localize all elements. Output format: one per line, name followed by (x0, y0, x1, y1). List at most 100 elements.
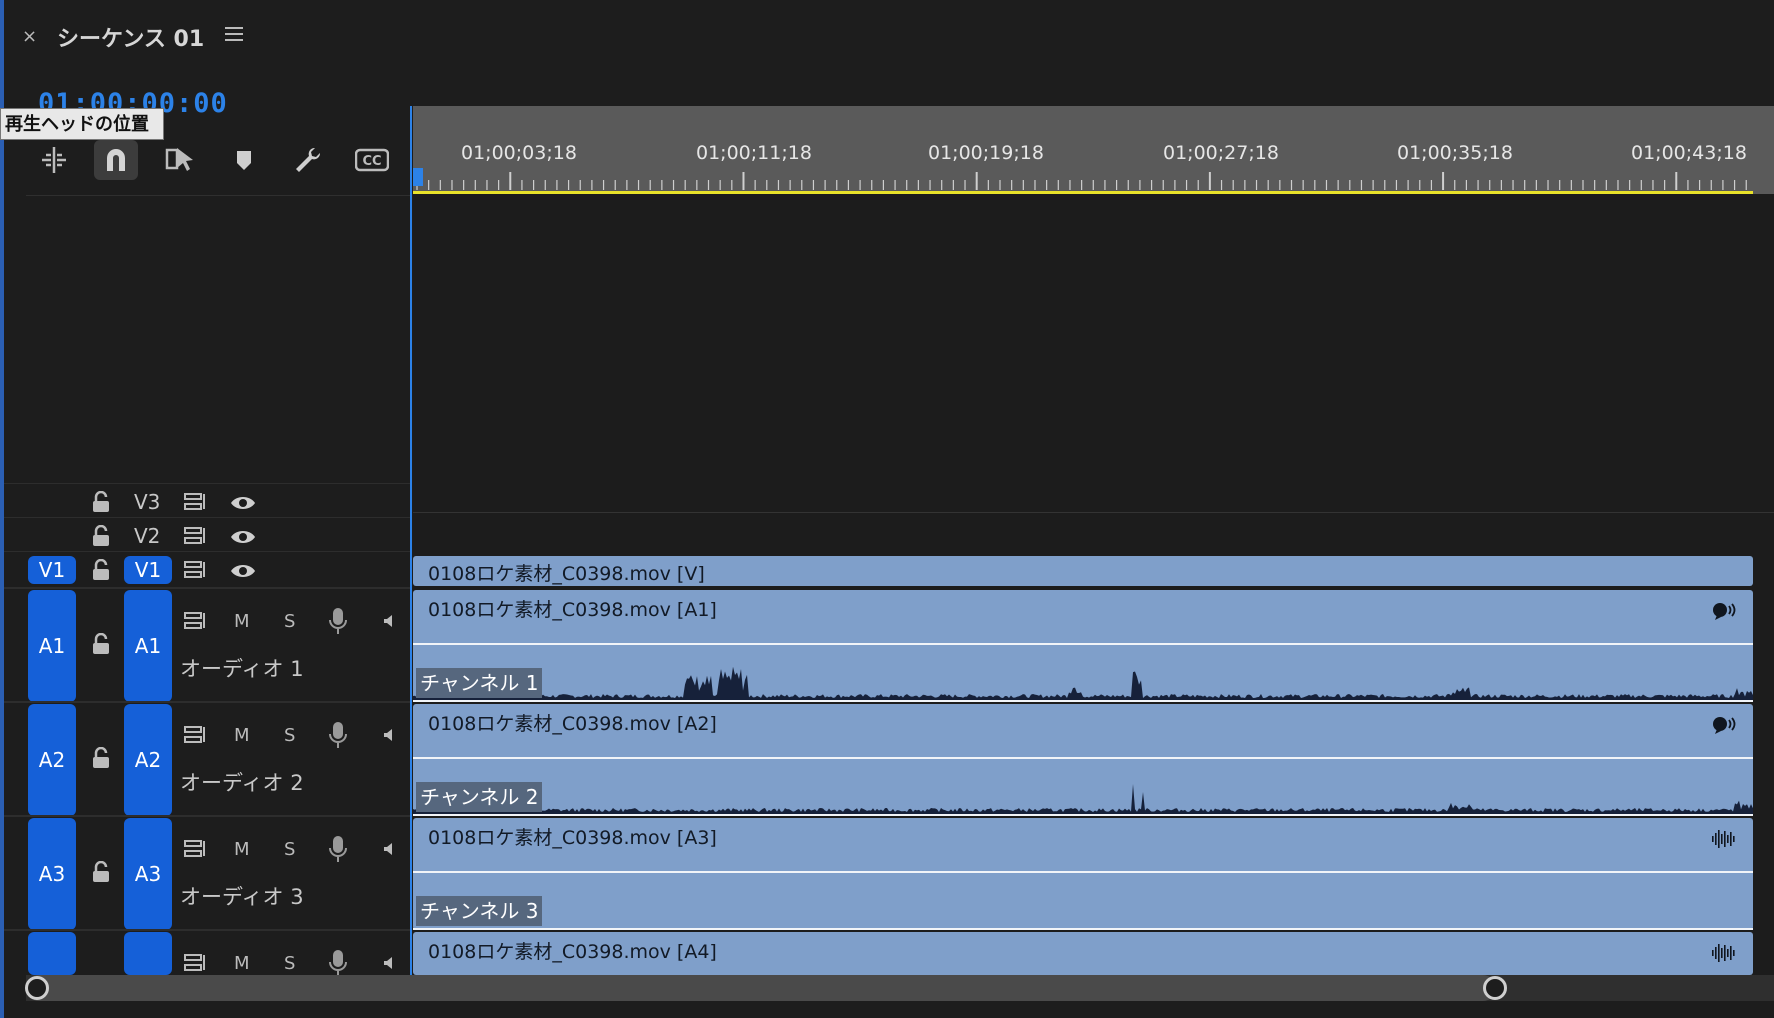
source-patch-button[interactable]: A2 (28, 704, 76, 816)
track-divider (4, 701, 410, 703)
audio-track-name[interactable]: オーディオ 3 (180, 881, 304, 911)
snap-magnet-icon[interactable] (94, 140, 138, 180)
audio-track-name[interactable]: オーディオ 1 (180, 653, 304, 683)
lock-icon[interactable] (90, 632, 112, 656)
clip-channel-divider (413, 871, 1753, 873)
voiceover-mic-icon[interactable] (327, 835, 349, 863)
clip-bottom-edge (413, 928, 1753, 930)
clip-name: 0108ロケ素材_C0398.mov [A1] (428, 599, 717, 621)
audio-waveform (413, 764, 1753, 814)
ruler-timecode-label: 01;00;35;18 (1397, 142, 1513, 164)
toggle-output-eye-icon[interactable] (229, 526, 257, 548)
wrench-icon[interactable] (286, 140, 330, 180)
clip-channel-divider (413, 757, 1753, 759)
track-divider (4, 815, 410, 817)
sync-lock-icon[interactable] (183, 952, 209, 974)
captions-cc-icon[interactable]: CC (350, 140, 394, 180)
mute-button[interactable]: M (234, 611, 250, 632)
voiceover-mic-icon[interactable] (327, 607, 349, 635)
track-target-button[interactable]: A2 (124, 704, 172, 816)
source-patch-button[interactable] (28, 932, 76, 975)
mute-button[interactable]: M (234, 953, 250, 974)
sync-lock-icon[interactable] (183, 491, 209, 513)
solo-button[interactable]: S (284, 839, 295, 860)
linked-selection-icon[interactable] (158, 140, 202, 180)
audio-track-name[interactable]: オーディオ 2 (180, 767, 304, 797)
lock-icon[interactable] (90, 860, 112, 884)
mute-button[interactable]: M (234, 839, 250, 860)
mono-speaker-icon (1710, 600, 1738, 622)
source-patch-button[interactable]: A3 (28, 818, 76, 930)
scrollbar-left-handle[interactable] (25, 976, 49, 1000)
ruler-timecode-label: 01;00;19;18 (928, 142, 1044, 164)
lock-icon[interactable] (90, 490, 112, 514)
clip-bottom-edge (413, 700, 1753, 702)
close-tab-button[interactable]: × (22, 26, 37, 47)
sync-lock-icon[interactable] (183, 724, 209, 746)
track-divider (4, 587, 410, 589)
timeline-header (0, 0, 1774, 100)
panel-menu-icon[interactable] (225, 27, 243, 43)
sync-lock-icon[interactable] (183, 525, 209, 547)
playhead-line[interactable] (410, 106, 412, 990)
mute-button[interactable]: M (234, 725, 250, 746)
sequence-tab-title[interactable]: シーケンス 01 (57, 21, 204, 53)
track-target-button[interactable]: V1 (124, 556, 172, 584)
clip-name: 0108ロケ素材_C0398.mov [A4] (428, 941, 717, 963)
audio-waveform (413, 650, 1753, 700)
lock-icon[interactable] (90, 524, 112, 548)
channel-label: チャンネル 3 (416, 896, 543, 926)
ruler-timecode-label: 01;00;27;18 (1163, 142, 1279, 164)
voiceover-mic-icon[interactable] (327, 949, 349, 977)
lock-icon[interactable] (90, 746, 112, 770)
clip-name: 0108ロケ素材_C0398.mov [A2] (428, 713, 717, 735)
lock-icon[interactable] (90, 558, 112, 582)
track-volume-icon[interactable] (381, 611, 395, 631)
toggle-output-eye-icon[interactable] (229, 492, 257, 514)
source-patch-button[interactable]: A1 (28, 590, 76, 702)
ruler-ticks (416, 172, 1747, 190)
track-divider (4, 929, 410, 931)
scrollbar-thumb[interactable] (26, 975, 1496, 1001)
channel-label: チャンネル 1 (416, 668, 543, 698)
sync-lock-icon[interactable] (183, 838, 209, 860)
svg-text:CC: CC (362, 154, 381, 169)
solo-button[interactable]: S (284, 953, 295, 974)
insert-sequence-icon[interactable] (32, 140, 76, 180)
playhead-handle[interactable] (413, 168, 423, 186)
track-volume-icon[interactable] (381, 839, 395, 859)
track-divider (4, 483, 410, 484)
clip-name: 0108ロケ素材_C0398.mov [A3] (428, 827, 717, 849)
sync-lock-icon[interactable] (183, 610, 209, 632)
ruler-timecode-label: 01;00;11;18 (696, 142, 812, 164)
clip-bottom-edge (413, 814, 1753, 816)
header-divider (26, 195, 410, 196)
solo-button[interactable]: S (284, 611, 295, 632)
track-target-label[interactable]: V2 (134, 524, 160, 548)
ruler-timecode-label: 01;00;43;18 (1631, 142, 1747, 164)
source-patch-button[interactable]: V1 (28, 556, 76, 584)
voiceover-mic-icon[interactable] (327, 721, 349, 749)
mono-speaker-icon (1710, 714, 1738, 736)
track-target-button[interactable] (124, 932, 172, 975)
tooltip: 再生ヘッドの位置 (0, 108, 164, 140)
channel-label: チャンネル 2 (416, 782, 543, 812)
add-marker-icon[interactable] (222, 140, 266, 180)
track-target-button[interactable]: A1 (124, 590, 172, 702)
track-volume-icon[interactable] (381, 725, 395, 745)
waveform-icon (1710, 942, 1738, 964)
clip-name: 0108ロケ素材_C0398.mov [V] (428, 563, 705, 585)
track-divider (4, 517, 410, 518)
sync-lock-icon[interactable] (183, 559, 209, 581)
track-volume-icon[interactable] (381, 953, 395, 973)
video-area-divider (413, 512, 1774, 513)
solo-button[interactable]: S (284, 725, 295, 746)
toggle-output-eye-icon[interactable] (229, 560, 257, 582)
scrollbar-right-handle[interactable] (1483, 976, 1507, 1000)
track-target-button[interactable]: A3 (124, 818, 172, 930)
track-divider (4, 551, 410, 552)
clip-channel-divider (413, 643, 1753, 645)
track-target-label[interactable]: V3 (134, 490, 160, 514)
ruler-timecode-label: 01;00;03;18 (461, 142, 577, 164)
waveform-icon (1710, 828, 1738, 850)
